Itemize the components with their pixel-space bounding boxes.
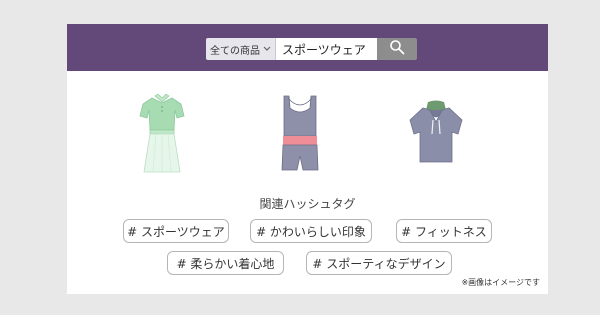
hashtag-sportswear[interactable]: # スポーツウェア	[123, 219, 229, 243]
search-result-card: 全ての商品 スポーツウェア 関連ハッシュタグ # スポーツウェア # かわいらし…	[67, 24, 548, 294]
search-button[interactable]	[377, 38, 417, 60]
category-label: 全ての商品	[210, 45, 260, 57]
tennis-dress-icon[interactable]	[135, 93, 189, 180]
search-input[interactable]: スポーツウェア	[276, 38, 377, 60]
search-header: 全ての商品 スポーツウェア	[67, 24, 548, 71]
tank-romper-icon[interactable]	[274, 94, 326, 176]
hashtag-soft-comfort[interactable]: # 柔らかい着心地	[167, 251, 284, 275]
category-select[interactable]: 全ての商品	[206, 38, 276, 60]
hashtag-cute-impression[interactable]: # かわいらしい印象	[250, 219, 372, 243]
search-icon	[389, 39, 405, 59]
search-bar: 全ての商品 スポーツウェア	[206, 38, 417, 60]
hashtag-fitness[interactable]: # フィットネス	[396, 219, 492, 243]
hashtag-sporty-design[interactable]: # スポーティなデザイン	[306, 251, 452, 275]
image-note: ※画像はイメージです	[461, 278, 540, 287]
hoodie-tshirt-icon[interactable]	[406, 100, 466, 170]
hashtag-title: 関連ハッシュタグ	[259, 197, 356, 211]
chevron-down-icon	[263, 45, 271, 54]
